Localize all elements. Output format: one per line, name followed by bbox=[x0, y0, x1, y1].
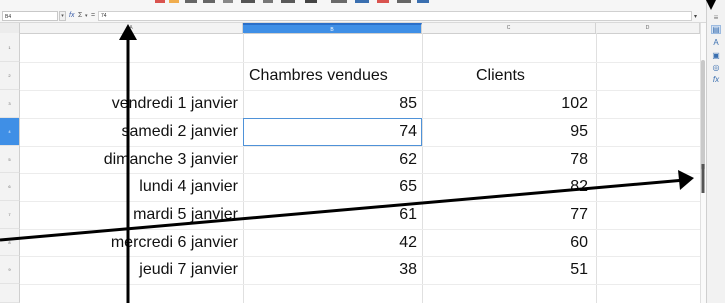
cell-b5[interactable]: 62 bbox=[245, 147, 417, 173]
cell-b3[interactable]: 85 bbox=[245, 91, 417, 117]
spreadsheet-window: B4 ▾ fx Σ ▾ = 74 ▾ A B C D 1 2 3 4 5 6 7… bbox=[0, 0, 725, 303]
row-header-5[interactable]: 5 bbox=[0, 146, 20, 173]
cell-a3[interactable]: vendredi 1 janvier bbox=[22, 91, 238, 117]
sum-button[interactable]: Σ bbox=[78, 11, 82, 21]
cell-c3[interactable]: 102 bbox=[424, 91, 588, 117]
column-header-b[interactable]: B bbox=[243, 23, 422, 33]
formula-button[interactable]: = bbox=[91, 11, 95, 21]
cell-b8[interactable]: 42 bbox=[245, 230, 417, 256]
cell-a5[interactable]: dimanche 3 janvier bbox=[22, 147, 238, 173]
active-cell-cursor bbox=[243, 118, 422, 146]
cell-b6[interactable]: 65 bbox=[245, 174, 417, 200]
column-header-d[interactable]: D bbox=[596, 23, 700, 33]
column-header-c[interactable]: C bbox=[422, 23, 596, 33]
cell-b9[interactable]: 38 bbox=[245, 257, 417, 283]
properties-icon[interactable]: ▤ bbox=[711, 25, 721, 34]
grid-line bbox=[20, 284, 700, 285]
gallery-icon[interactable]: ▣ bbox=[711, 51, 721, 60]
scrollbar-thumb[interactable] bbox=[701, 60, 705, 170]
grid-line bbox=[422, 33, 423, 303]
select-all-corner[interactable] bbox=[0, 23, 20, 33]
formula-input[interactable]: 74 bbox=[98, 11, 692, 21]
row-header-7[interactable]: 7 bbox=[0, 201, 20, 229]
cell-c4[interactable]: 95 bbox=[424, 119, 588, 145]
cell-a8[interactable]: mercredi 6 janvier bbox=[22, 230, 238, 256]
expand-formula-icon[interactable]: ▾ bbox=[694, 13, 697, 20]
cell-b7[interactable]: 61 bbox=[245, 202, 417, 228]
name-box[interactable]: B4 bbox=[2, 11, 58, 21]
cell-c6[interactable]: 82 bbox=[424, 174, 588, 200]
cell-c7[interactable]: 77 bbox=[424, 202, 588, 228]
cell-a7[interactable]: mardi 5 janvier bbox=[22, 202, 238, 228]
row-header-9[interactable]: 9 bbox=[0, 256, 20, 284]
cell-c9[interactable]: 51 bbox=[424, 257, 588, 283]
row-header-2[interactable]: 2 bbox=[0, 62, 20, 90]
row-header-3[interactable]: 3 bbox=[0, 90, 20, 118]
column-header-a[interactable]: A bbox=[20, 23, 243, 33]
grid-line bbox=[243, 33, 244, 303]
cell-a6[interactable]: lundi 4 janvier bbox=[22, 174, 238, 200]
functions-icon[interactable]: fx bbox=[711, 75, 721, 84]
row-header-10[interactable] bbox=[0, 284, 20, 303]
row-header-4[interactable]: 4 bbox=[0, 118, 20, 146]
navigator-icon[interactable]: ◎ bbox=[711, 63, 721, 72]
cell-c2[interactable]: Clients bbox=[476, 63, 525, 89]
cell-a9[interactable]: jeudi 7 janvier bbox=[22, 257, 238, 283]
row-header-1[interactable]: 1 bbox=[0, 33, 20, 62]
name-box-dropdown-icon[interactable]: ▾ bbox=[59, 11, 66, 21]
row-header-6[interactable]: 6 bbox=[0, 173, 20, 201]
sum-dropdown-icon[interactable]: ▾ bbox=[85, 11, 88, 21]
cell-c8[interactable]: 60 bbox=[424, 230, 588, 256]
function-wizard-icon[interactable]: fx bbox=[69, 11, 74, 21]
cell-a4[interactable]: samedi 2 janvier bbox=[22, 119, 239, 145]
cell-b2[interactable]: Chambres vendues bbox=[249, 63, 388, 89]
styles-icon[interactable]: A bbox=[711, 38, 721, 47]
row-header-8[interactable]: 8 bbox=[0, 229, 20, 256]
menu-icon[interactable]: ≡ bbox=[711, 13, 721, 22]
toolbar-color-strip bbox=[155, 0, 430, 3]
grid-line bbox=[596, 33, 597, 303]
cell-c5[interactable]: 78 bbox=[424, 147, 588, 173]
